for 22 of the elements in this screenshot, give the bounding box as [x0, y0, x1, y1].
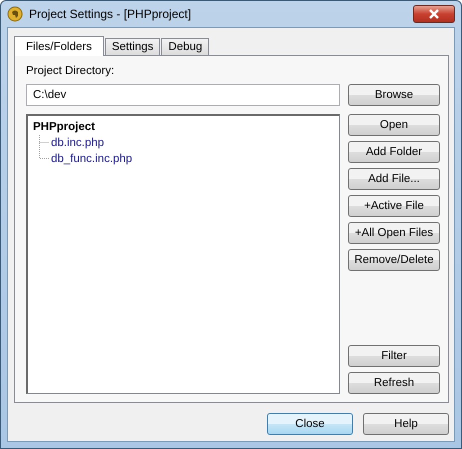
tree-item[interactable]: db.inc.php	[51, 137, 104, 149]
tab[interactable]: Settings	[104, 38, 160, 55]
side-button[interactable]: +Active File	[348, 195, 440, 217]
directory-field[interactable]: C:\dev	[26, 84, 340, 106]
side-button[interactable]: Filter	[348, 345, 440, 367]
tree-item[interactable]: db_func.inc.php	[51, 153, 132, 165]
side-button[interactable]: Add File...	[348, 168, 440, 190]
tab[interactable]: Files/Folders	[14, 36, 104, 56]
close-button[interactable]	[413, 5, 455, 23]
tab[interactable]: Debug	[161, 38, 210, 55]
side-button[interactable]: Refresh	[348, 372, 440, 394]
tree-item[interactable]: PHPproject	[33, 119, 95, 135]
dialog-button[interactable]: Close	[267, 413, 353, 435]
side-button[interactable]: Add Folder	[348, 141, 440, 163]
dialog-button[interactable]: Help	[363, 413, 449, 435]
window-title: Project Settings - [PHPproject]	[29, 7, 192, 21]
side-button[interactable]: Open	[348, 114, 440, 136]
side-button[interactable]: +All Open Files	[348, 222, 440, 244]
close-icon	[428, 9, 440, 19]
browse-button[interactable]: Browse	[348, 84, 440, 106]
side-button[interactable]: Remove/Delete	[348, 249, 440, 271]
field-label: Project Directory:	[26, 64, 116, 78]
